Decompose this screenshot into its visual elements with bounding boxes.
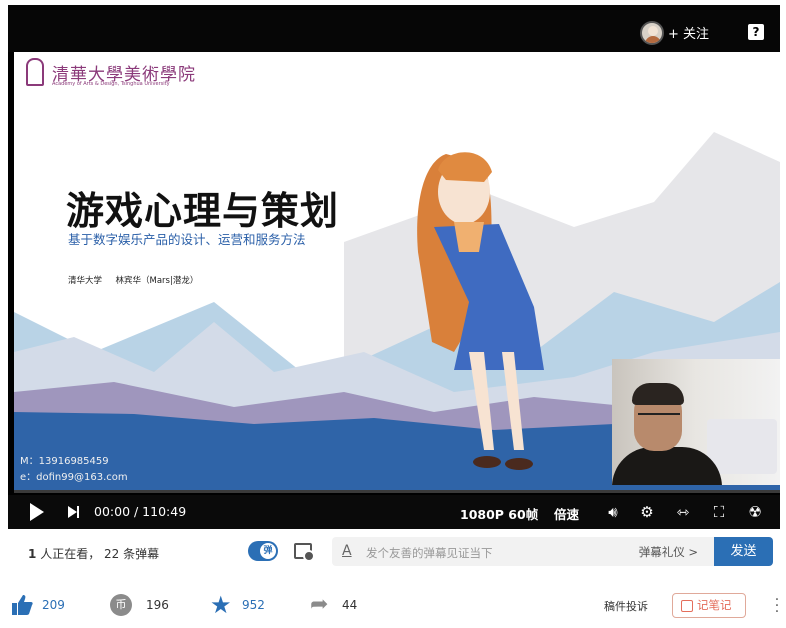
share-arrow-icon: ➦ — [310, 592, 329, 617]
take-note-button[interactable]: 记笔记 — [672, 593, 746, 618]
viewer-stats: 1 人正在看， 22 条弹幕 — [28, 545, 159, 562]
fullscreen-icon[interactable]: ☢︎ — [746, 503, 764, 521]
send-button[interactable]: 发送 — [714, 537, 773, 566]
danmaku-text: 条弹幕 — [123, 547, 160, 561]
play-icon[interactable] — [30, 503, 44, 521]
logo-subtitle: Academy of Arts & Design, Tsinghua Unive… — [52, 81, 170, 87]
settings-gear-icon[interactable]: ⚙︎ — [638, 503, 656, 521]
slide-authors: 清华大学 林宾华（Mars|潜龙） — [68, 276, 199, 286]
web-fullscreen-icon[interactable]: ⛶ — [710, 503, 728, 521]
uploader-avatar[interactable] — [640, 21, 664, 45]
speed-selector[interactable]: 倍速 — [554, 504, 579, 523]
danmaku-input[interactable]: A 发个友善的弹幕见证当下 弹幕礼仪 > — [332, 537, 714, 566]
danmaku-settings-icon[interactable] — [294, 543, 315, 562]
tsinghua-seal-logo — [26, 58, 44, 86]
video-page: + 关注 ? 清華大學美術學院 Academy of Arts & Design… — [0, 0, 786, 628]
slide-subtitle: 基于数字娱乐产品的设计、运营和服务方法 — [68, 232, 306, 247]
player-controls: 00:00 / 110:49 1080P 60帧 倍速 🔊︎ ⚙︎ ⇿ ⛶ ☢︎ — [8, 495, 780, 529]
video-player[interactable]: + 关注 ? 清華大學美術學院 Academy of Arts & Design… — [8, 5, 780, 529]
coin-icon: 币 — [110, 594, 132, 616]
thumbs-up-icon — [12, 595, 33, 615]
help-icon[interactable]: ? — [748, 24, 764, 40]
viewer-count: 1 — [28, 547, 37, 561]
like-count: 209 — [42, 598, 65, 612]
font-style-icon[interactable]: A — [342, 543, 352, 559]
more-options-icon[interactable]: · · · — [774, 593, 780, 619]
next-episode-icon[interactable] — [68, 506, 79, 518]
volume-icon[interactable]: 🔊︎ — [604, 503, 622, 521]
danmaku-toggle-knob: 弹 — [260, 543, 276, 559]
viewer-text: 人正在看， — [40, 547, 101, 561]
quality-selector[interactable]: 1080P 60帧 — [460, 504, 538, 523]
contact-phone: M：13916985459 — [20, 456, 109, 467]
slide-title: 游戏心理与策划 — [66, 189, 340, 233]
progress-bar[interactable] — [14, 490, 780, 493]
presenter-webcam-overlay — [612, 359, 780, 485]
follow-button[interactable]: + 关注 — [668, 23, 709, 42]
danmaku-toggle[interactable]: 弹 — [248, 541, 278, 561]
danmaku-placeholder: 发个友善的弹幕见证当下 — [366, 546, 493, 560]
share-count: 44 — [342, 598, 358, 612]
player-top-bar: + 关注 ? — [8, 5, 780, 52]
report-link[interactable]: 稿件投诉 — [604, 598, 648, 614]
contact-email: e：dofin99@163.com — [20, 472, 128, 483]
danmaku-count: 22 — [104, 547, 120, 561]
widescreen-icon[interactable]: ⇿ — [674, 503, 692, 521]
danmaku-etiquette-link[interactable]: 弹幕礼仪 > — [639, 544, 698, 560]
coin-count: 196 — [146, 598, 169, 612]
time-display: 00:00 / 110:49 — [94, 504, 187, 519]
star-icon: ★ — [210, 591, 232, 619]
video-frame[interactable]: 清華大學美術學院 Academy of Arts & Design, Tsing… — [14, 52, 780, 490]
favorite-count: 952 — [242, 598, 265, 612]
